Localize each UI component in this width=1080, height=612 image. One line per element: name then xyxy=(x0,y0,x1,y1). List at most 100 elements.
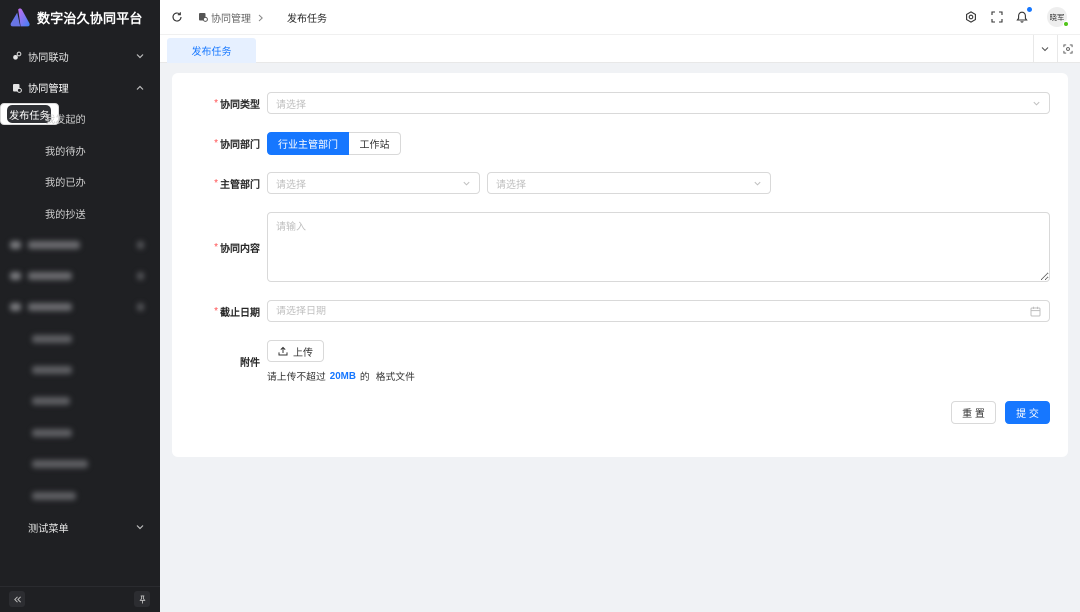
upload-icon xyxy=(278,346,288,356)
collab-type-select[interactable]: 请选择 xyxy=(267,92,1050,114)
sidebar-item-initiated-by-me[interactable]: 我发起的 xyxy=(0,103,160,134)
hint-text: 请上传不超过 xyxy=(267,372,326,383)
upload-hint: 请上传不超过 20MB 的 格式文件 xyxy=(267,370,415,384)
chevron-down-icon xyxy=(753,179,762,188)
management-icon xyxy=(198,12,208,22)
breadcrumb-item[interactable]: 协同管理 xyxy=(211,0,251,35)
chevron-down-icon xyxy=(462,179,471,188)
select-placeholder: 请选择 xyxy=(496,179,526,191)
redacted-chevron xyxy=(137,303,144,312)
deadline-date-picker[interactable] xyxy=(267,300,1050,322)
pin-icon[interactable] xyxy=(134,591,150,607)
redacted-label xyxy=(32,460,88,469)
select-placeholder: 请选择 xyxy=(276,99,306,111)
required-mark: * xyxy=(214,241,218,253)
form-label-collab-type: * 协同类型 xyxy=(172,92,260,114)
collaboration-icon xyxy=(11,50,23,62)
sidebar-item-redacted[interactable] xyxy=(0,449,160,480)
redacted-label xyxy=(32,366,72,375)
sidebar-item-redacted[interactable] xyxy=(0,292,160,323)
sidebar-item-redacted[interactable] xyxy=(0,323,160,354)
content-textarea[interactable] xyxy=(267,212,1050,282)
top-header: 协同管理 发布任务 晓军 xyxy=(160,0,1080,35)
sidebar-item-label: 协同联动 xyxy=(28,52,69,64)
form-label-text: 协同部门 xyxy=(220,140,260,151)
chevron-down-icon xyxy=(1032,99,1041,108)
calendar-icon[interactable] xyxy=(1030,306,1041,317)
redacted-label xyxy=(28,240,80,249)
sidebar-item-redacted[interactable] xyxy=(0,386,160,417)
form-label-deadline: * 截止日期 xyxy=(172,300,260,322)
double-chevron-left-icon[interactable] xyxy=(9,591,25,607)
chevron-down-icon[interactable] xyxy=(1040,44,1050,54)
reset-button[interactable]: 重 置 xyxy=(951,401,996,424)
notification-badge xyxy=(1026,6,1032,12)
redacted-label xyxy=(32,334,72,343)
required-mark: * xyxy=(214,97,218,109)
required-mark: * xyxy=(214,138,218,149)
redacted-label xyxy=(32,491,76,500)
divider xyxy=(1033,35,1034,62)
redacted-icon xyxy=(10,240,21,249)
breadcrumb-current: 发布任务 xyxy=(287,14,327,25)
redacted-label xyxy=(32,397,70,406)
settings-icon[interactable] xyxy=(965,11,977,23)
upload-button[interactable]: 上传 xyxy=(267,340,324,362)
sidebar-item-redacted[interactable] xyxy=(0,417,160,448)
sidebar-item-my-cc[interactable]: 我的抄送 xyxy=(0,197,160,228)
app-title: 数字治久协同平台 xyxy=(37,11,143,26)
online-status-dot xyxy=(1063,21,1069,27)
sidebar-item-redacted[interactable] xyxy=(0,229,160,260)
sidebar-item-label: 我的抄送 xyxy=(45,209,86,221)
hint-size: 20MB xyxy=(329,370,356,382)
sidebar-item-redacted[interactable] xyxy=(0,260,160,291)
sidebar: 数字治久协同平台 协同联动 协同管理 发布任务 我发起的 我的待办 我的已办 我… xyxy=(0,0,160,612)
redacted-label xyxy=(28,271,72,280)
bell-icon[interactable] xyxy=(1016,11,1028,23)
form-label-text: 主管部门 xyxy=(220,179,260,191)
supervisor-dept-select-2[interactable]: 请选择 xyxy=(487,172,771,194)
supervisor-dept-select-1[interactable]: 请选择 xyxy=(267,172,480,194)
sidebar-item-label: 我发起的 xyxy=(45,115,86,127)
sidebar-item-redacted[interactable] xyxy=(0,480,160,511)
upload-button-label: 上传 xyxy=(293,347,313,359)
sidebar-item-label: 测试菜单 xyxy=(28,523,69,535)
sidebar-item-label: 我的待办 xyxy=(45,146,86,158)
app-logo[interactable]: 数字治久协同平台 xyxy=(0,0,160,35)
tab-publish-task[interactable]: 发布任务 xyxy=(167,38,256,63)
hint-text: 格式文件 xyxy=(375,372,415,383)
form-label-collab-dept: * 协同部门 xyxy=(172,133,260,155)
hint-text: 的 xyxy=(359,372,370,383)
logo-icon xyxy=(9,7,31,29)
sidebar-item-redacted[interactable] xyxy=(0,354,160,385)
menu-icon-placeholder xyxy=(11,521,23,533)
dept-option-industry[interactable]: 行业主管部门 xyxy=(267,132,349,155)
chevron-up-icon xyxy=(135,83,145,93)
management-icon xyxy=(11,82,23,94)
sidebar-item-test-menu[interactable]: 测试菜单 xyxy=(0,511,160,542)
fullscreen-icon[interactable] xyxy=(991,11,1003,23)
redacted-label xyxy=(28,303,72,312)
redacted-icon xyxy=(10,303,21,312)
sidebar-menu: 协同联动 协同管理 发布任务 我发起的 我的待办 我的已办 我的抄送 测试菜单 xyxy=(0,41,160,543)
required-mark: * xyxy=(214,177,218,189)
focus-icon[interactable] xyxy=(1063,44,1073,54)
sidebar-item-my-done[interactable]: 我的已办 xyxy=(0,166,160,197)
redacted-icon xyxy=(10,271,21,280)
redacted-chevron xyxy=(137,271,144,280)
sidebar-item-label: 我的已办 xyxy=(45,178,86,190)
sidebar-item-my-todo[interactable]: 我的待办 xyxy=(0,135,160,166)
redacted-chevron xyxy=(137,240,144,249)
publish-task-form: * 协同类型 请选择 * 协同部门 行业主管部门 工作站 * 主管部门 请选择 … xyxy=(172,73,1068,457)
form-label-attachment: 附件 xyxy=(172,350,260,372)
sidebar-item-collaboration-linkage[interactable]: 协同联动 xyxy=(0,41,160,72)
refresh-icon[interactable] xyxy=(171,11,183,23)
form-label-text: 协同内容 xyxy=(220,243,260,255)
form-label-text: 附件 xyxy=(240,357,260,369)
dept-option-workstation[interactable]: 工作站 xyxy=(349,132,401,155)
submit-button[interactable]: 提 交 xyxy=(1005,401,1050,424)
redacted-label xyxy=(32,428,72,437)
sidebar-item-collaboration-management[interactable]: 协同管理 xyxy=(0,72,160,103)
divider xyxy=(1057,35,1058,62)
deadline-input[interactable] xyxy=(276,305,1041,317)
